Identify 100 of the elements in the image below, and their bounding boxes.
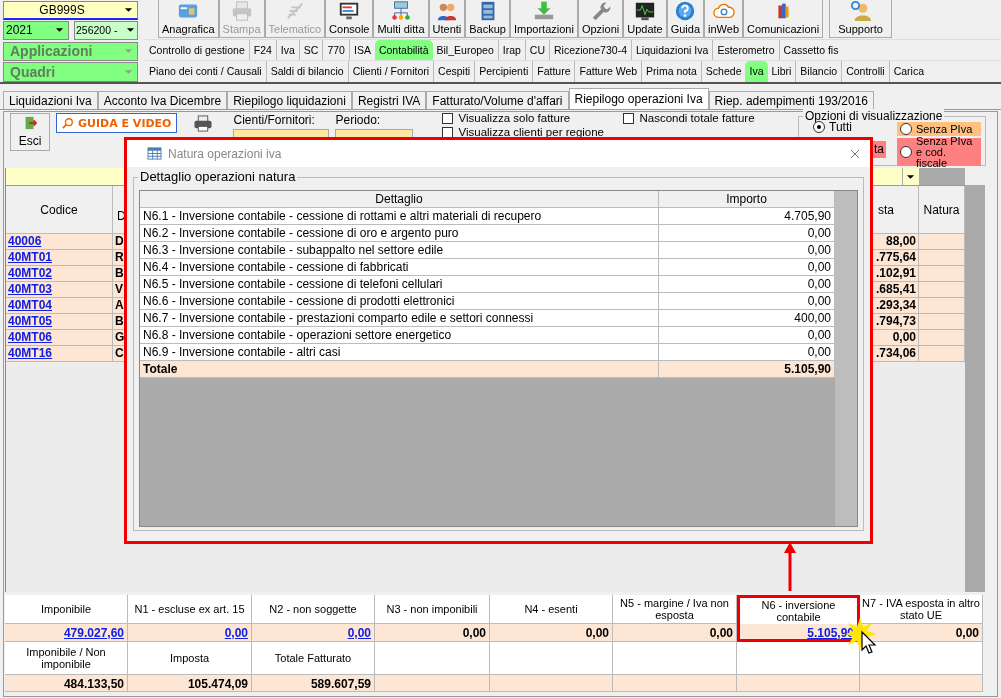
application-tab[interactable]: Controllo di gestione [145, 39, 249, 61]
section-tab[interactable]: Bilancio [795, 61, 842, 82]
application-tab[interactable]: Bil_Europeo [432, 39, 498, 61]
application-tab[interactable]: Contabilità [374, 39, 433, 61]
exit-button[interactable]: Esci [10, 113, 50, 151]
table-cell [919, 250, 965, 266]
sections-dropdown[interactable]: Quadri [3, 62, 138, 82]
column-header: N2 - non soggette [252, 595, 375, 624]
section-tab[interactable]: Piano dei conti / Causali [145, 61, 266, 82]
toolbar-button[interactable]: Utenti [428, 0, 466, 38]
code-link[interactable]: 40006 [8, 234, 42, 248]
toolbar-button[interactable]: Update [623, 0, 667, 38]
toolbar-button[interactable]: Importazioni [510, 0, 578, 38]
page-tab[interactable]: Fatturato/Volume d'affari [426, 91, 569, 109]
table-cell [919, 282, 965, 298]
amount-value: 0,00 [585, 626, 609, 640]
column-header: Codice [6, 186, 113, 234]
application-tab[interactable]: CU [524, 39, 549, 61]
application-tab[interactable]: F24 [248, 39, 276, 61]
table-cell [919, 330, 965, 346]
toolbar-button[interactable]: Console [325, 0, 374, 38]
code-link[interactable]: 40MT05 [8, 314, 53, 328]
section-tab[interactable]: Saldi di bilancio [265, 61, 348, 82]
application-tab[interactable]: Irap [497, 39, 525, 61]
application-tab[interactable]: 770 [322, 39, 349, 61]
column-header: N7 - IVA esposta in altro stato UE [860, 595, 983, 624]
application-tab[interactable]: ISA [348, 39, 375, 61]
application-tab[interactable]: Cassetto fis [778, 39, 843, 61]
toolbar-button[interactable]: Guida [666, 0, 705, 38]
page-tab[interactable]: Acconto Iva Dicembre [97, 91, 228, 109]
checkbox-option[interactable]: Visualizza solo fatture [442, 111, 571, 125]
section-tab[interactable]: Fatture Web [574, 61, 642, 82]
year-dropdown[interactable]: 2021 [3, 20, 69, 40]
amount-value: 0,00 [709, 626, 733, 640]
toolbar-button[interactable]: Backup [465, 0, 510, 38]
table-cell [919, 346, 965, 362]
section-tab[interactable]: Libri [767, 61, 796, 82]
page-tab[interactable]: Liquidazioni Iva [3, 91, 98, 109]
code-link[interactable]: 40MT03 [8, 282, 53, 296]
monitor-icon [338, 0, 361, 22]
section-tab[interactable]: Cespiti [433, 61, 475, 82]
page-tab[interactable]: Riepilogo liquidazioni [227, 91, 352, 109]
amount-link[interactable]: 0,00 [224, 626, 248, 640]
table-cell [919, 314, 965, 330]
section-tab[interactable]: Percipienti [474, 61, 533, 82]
column-header: Imposta [128, 642, 252, 675]
application-tab[interactable]: Ricezione730-4 [549, 39, 631, 61]
network-icon [390, 0, 412, 22]
radio-option[interactable]: Senza PIva e cod. fiscale [897, 138, 981, 166]
close-icon[interactable] [850, 148, 860, 159]
caret-icon [124, 69, 133, 76]
code-link[interactable]: 40MT02 [8, 266, 53, 280]
application-tab[interactable]: Esterometro [712, 39, 779, 61]
company-dropdown[interactable]: GB999S [3, 1, 138, 20]
page-tab[interactable]: Riepilogo operazioni Iva [568, 88, 709, 109]
section-tab[interactable]: Prima nota [641, 61, 701, 82]
application-tab[interactable]: SC [298, 39, 323, 61]
application-tab[interactable]: Liquidazioni Iva [631, 39, 713, 61]
amount-value: 105.474,09 [128, 675, 252, 692]
radio-option[interactable]: Senza PIva [897, 122, 981, 136]
table-cell: 5.105,90 [659, 361, 835, 378]
column-dropdown[interactable] [902, 168, 919, 185]
toolbar-button[interactable]: inWeb [704, 0, 744, 38]
column-header: N6 - inversione contabile [737, 595, 860, 624]
caret-icon [55, 27, 64, 34]
toolbar-button[interactable]: Supporto [829, 0, 892, 38]
amount-link[interactable]: 479.027,60 [63, 626, 124, 640]
section-tab[interactable]: Carica [888, 61, 928, 82]
application-tab[interactable]: Iva [275, 39, 299, 61]
column-header: Imponibile / Non imponibile [5, 642, 128, 675]
column-header: N4 - esenti [490, 595, 613, 624]
section-tab[interactable]: Clienti / Fornitori [347, 61, 434, 82]
code-dropdown[interactable]: 256200 - [74, 20, 138, 40]
caret-icon [124, 6, 133, 13]
caret-icon [906, 173, 915, 180]
amount-link[interactable]: 0,00 [347, 626, 371, 640]
filter-label: Cienti/Fornitori: [233, 113, 316, 127]
code-link[interactable]: 40MT16 [8, 346, 53, 360]
code-link[interactable]: 40MT01 [8, 250, 53, 264]
code-link[interactable]: 40MT06 [8, 330, 53, 344]
caret-icon [126, 27, 135, 34]
amount-link[interactable]: 5.105,90 [807, 626, 854, 640]
page-tab[interactable]: Riep. adempimenti 193/2016 [708, 91, 875, 109]
checkbox-option[interactable]: Nascondi totale fatture [623, 111, 755, 125]
toolbar-button[interactable]: Anagrafica [158, 0, 219, 38]
radio-option[interactable]: Tutti [813, 120, 852, 134]
applications-dropdown[interactable]: Applicazioni [3, 41, 138, 62]
toolbar-button[interactable]: Opzioni [577, 0, 624, 38]
checkbox-option[interactable]: Visualizza clienti per regione [442, 125, 605, 139]
printer-icon[interactable] [193, 115, 214, 132]
section-tab[interactable]: Iva [745, 61, 768, 82]
download-icon [532, 0, 555, 22]
toolbar-button[interactable]: Multi ditta [373, 0, 429, 38]
toolbar-button[interactable]: Comunicazioni [743, 0, 824, 38]
help-icon [674, 0, 697, 22]
section-tab[interactable]: Controlli [841, 61, 889, 82]
section-tab[interactable]: Fatture [532, 61, 575, 82]
page-tab[interactable]: Registri IVA [351, 91, 427, 109]
filter-label: Periodo: [335, 113, 382, 127]
code-link[interactable]: 40MT04 [8, 298, 53, 312]
